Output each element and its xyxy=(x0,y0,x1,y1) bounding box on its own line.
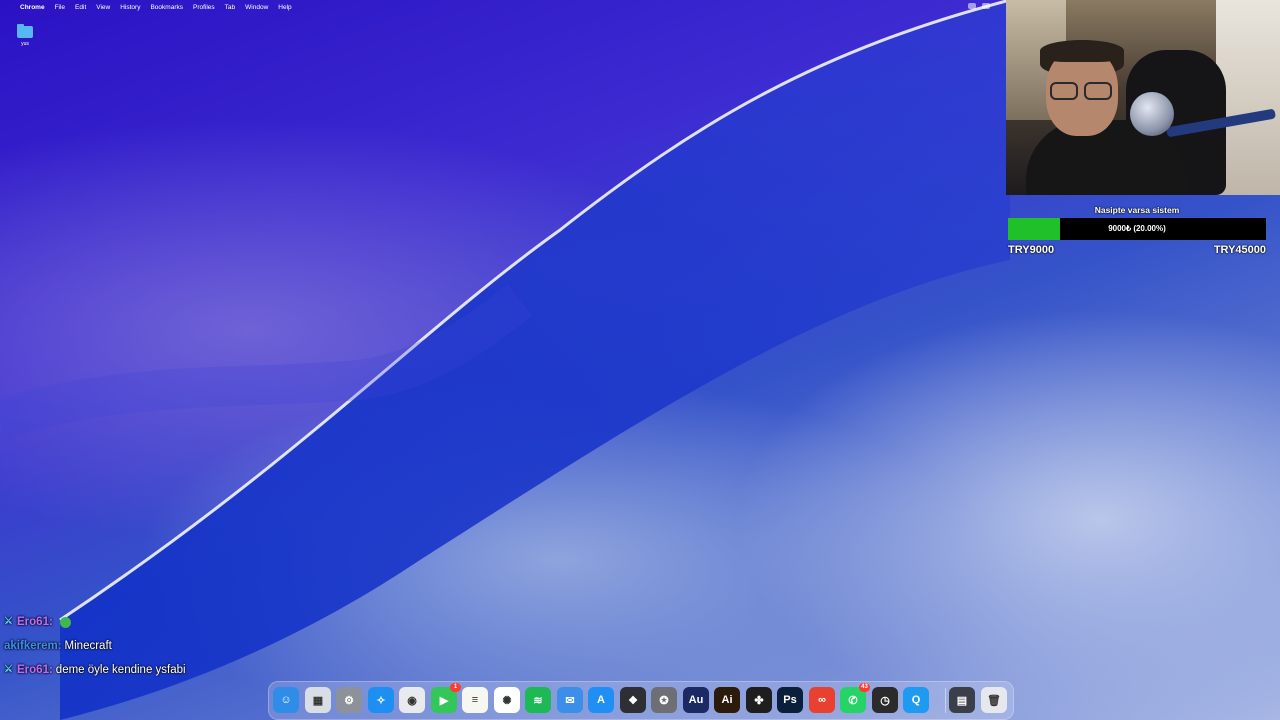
stream-chat-overlay: ⚔ Ero61: akifkerem: Minecraft ⚔ Ero61: d… xyxy=(4,610,186,682)
finder-icon[interactable]: ☺ xyxy=(273,687,299,713)
menu-profiles[interactable]: Profiles xyxy=(193,4,215,11)
photoshop-icon[interactable]: Ps xyxy=(777,687,803,713)
app-store-icon[interactable]: A xyxy=(588,687,614,713)
system-settings-icon[interactable]: ⚙ xyxy=(336,687,362,713)
menu-tab[interactable]: Tab xyxy=(225,4,235,11)
notification-badge: 1 xyxy=(450,683,461,692)
activity-monitor-icon[interactable]: ◷ xyxy=(872,687,898,713)
chat-text: deme öyle kendine ysfabi xyxy=(55,664,186,676)
menu-view[interactable]: View xyxy=(96,4,110,11)
trash-icon[interactable]: 🗑 xyxy=(981,687,1007,713)
chat-message: akifkerem: Minecraft xyxy=(4,634,186,658)
emote-icon xyxy=(59,616,71,628)
menu-help[interactable]: Help xyxy=(278,4,291,11)
goal-max-label: TRY45000 xyxy=(1213,244,1266,256)
illustrator-icon[interactable]: Ai xyxy=(714,687,740,713)
chat-username: Ero61: xyxy=(17,616,53,628)
chrome-icon[interactable]: ◉ xyxy=(399,687,425,713)
launchpad-icon[interactable]: ▦ xyxy=(305,687,331,713)
menu-history[interactable]: History xyxy=(120,4,140,11)
menu-window[interactable]: Window xyxy=(245,4,268,11)
glasses-icon xyxy=(1050,82,1114,100)
webcam-overlay xyxy=(1006,0,1280,195)
downloads-stack-icon[interactable]: ▤ xyxy=(949,687,975,713)
desktop-folder[interactable]: yus xyxy=(16,24,34,47)
dock: ☺ ▦ ⚙ ✧ ◉ ▶ 1 ≡ ✺ ≋ ✉ A ❖ ✪ Au Ai ✤ Ps ∞ ✆ 43 ◷ Q ▤ 🗑 xyxy=(268,681,1014,720)
whatsapp-icon[interactable]: ✆ 43 xyxy=(840,683,870,713)
obs-icon[interactable]: ❖ xyxy=(620,687,646,713)
facetime-icon[interactable]: ▶ 1 xyxy=(431,683,461,713)
chat-message: ⚔ Ero61: xyxy=(4,610,186,634)
chat-username: akifkerem: xyxy=(4,640,62,652)
quicktime-icon[interactable]: Q xyxy=(903,687,929,713)
chat-message: ⚔ Ero61: deme öyle kendine ysfabi xyxy=(4,658,186,682)
folder-icon xyxy=(17,24,33,38)
sword-badge-icon: ⚔ xyxy=(4,616,13,627)
status-bar-icons xyxy=(968,3,990,9)
notification-badge: 43 xyxy=(859,683,870,692)
desktop-folder-label: yus xyxy=(21,41,29,47)
donation-goal-widget: Nasipte varsa sistem 9000₺ (20.00%) TRY9… xyxy=(1008,205,1266,256)
menu-bookmarks[interactable]: Bookmarks xyxy=(150,4,183,11)
goal-progress-text: 9000₺ (20.00%) xyxy=(1108,224,1166,233)
goal-progress-bar: 9000₺ (20.00%) xyxy=(1008,218,1266,240)
mail-icon[interactable]: ✉ xyxy=(557,687,583,713)
microphone-icon xyxy=(1130,92,1174,136)
capture-icon[interactable]: ✪ xyxy=(651,687,677,713)
menu-edit[interactable]: Edit xyxy=(75,4,86,11)
screen-record-icon[interactable] xyxy=(968,3,976,9)
menu-file[interactable]: File xyxy=(55,4,65,11)
goal-title: Nasipte varsa sistem xyxy=(1094,205,1180,215)
menu-app-name[interactable]: Chrome xyxy=(20,4,45,11)
goal-min-label: TRY9000 xyxy=(1008,244,1055,256)
chatgpt-icon[interactable]: ✺ xyxy=(494,687,520,713)
sword-badge-icon: ⚔ xyxy=(4,664,13,675)
audition-icon[interactable]: Au xyxy=(683,687,709,713)
safari-icon[interactable]: ✧ xyxy=(368,687,394,713)
control-center-icon[interactable] xyxy=(982,3,990,9)
notes-icon[interactable]: ≡ xyxy=(462,687,488,713)
chat-text: Minecraft xyxy=(64,640,112,652)
creative-cloud-icon[interactable]: ∞ xyxy=(809,687,835,713)
dock-separator xyxy=(945,688,946,713)
figma-icon[interactable]: ✤ xyxy=(746,687,772,713)
chat-username: Ero61: xyxy=(17,664,53,676)
spotify-icon[interactable]: ≋ xyxy=(525,687,551,713)
